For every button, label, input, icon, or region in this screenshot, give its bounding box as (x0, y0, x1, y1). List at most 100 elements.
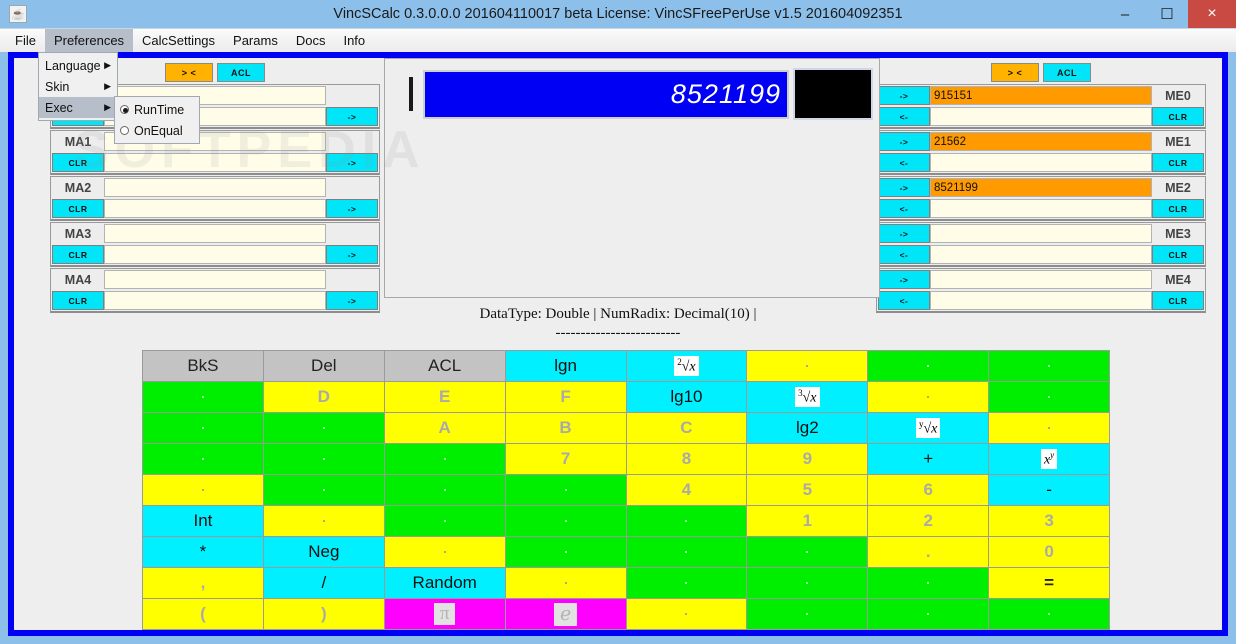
memory-store-me4[interactable]: -> (878, 270, 930, 289)
key-blank-r2c5[interactable] (989, 413, 1109, 443)
memory-recall-me1[interactable]: <- (878, 153, 930, 172)
menu-info[interactable]: Info (334, 29, 374, 52)
key-BkS[interactable]: BkS (143, 351, 263, 381)
key-blank-r2c8[interactable] (384, 444, 505, 474)
key-blank-r6c6[interactable] (626, 568, 747, 598)
memory-clr-ma2[interactable]: CLR (52, 199, 104, 218)
memory-store-me1[interactable]: -> (878, 132, 930, 151)
memory-display-me1[interactable]: 21562 (930, 132, 1152, 151)
key-3[interactable]: 3 (989, 506, 1109, 536)
key-[interactable]: ) (263, 599, 384, 629)
menu-calcsettings[interactable]: CalcSettings (133, 29, 224, 52)
menu-item-language[interactable]: Language ▶ (39, 55, 117, 76)
key-blank-r2c7[interactable] (263, 444, 384, 474)
key-blank-r3c8[interactable] (505, 475, 626, 505)
memory-store-ma0[interactable]: -> (326, 107, 378, 126)
memory-recall-me0[interactable]: <- (878, 107, 930, 126)
key-blank-r5c8[interactable] (747, 537, 868, 567)
memory-input-me3[interactable] (930, 245, 1152, 264)
memory-display-me4[interactable] (930, 270, 1152, 289)
aux-display[interactable] (793, 68, 873, 120)
key-symbol-r7c4[interactable]: ℯ (505, 599, 626, 629)
key-[interactable]: + (868, 444, 989, 474)
key-blank-r6c7[interactable] (747, 568, 868, 598)
key-blank-r1c6[interactable] (989, 382, 1109, 412)
key-blank-r7c7[interactable] (868, 599, 989, 629)
key-blank-r4c8[interactable] (626, 506, 747, 536)
key-blank-r5c6[interactable] (505, 537, 626, 567)
memory-display-ma4[interactable] (104, 270, 326, 289)
swap-button-left[interactable]: > < (165, 63, 213, 82)
key-nth-root-icon[interactable]: y√x (868, 413, 989, 443)
key-6[interactable]: 6 (868, 475, 989, 505)
memory-clr-ma3[interactable]: CLR (52, 245, 104, 264)
memory-clr-me3[interactable]: CLR (1152, 245, 1204, 264)
swap-button-right[interactable]: > < (991, 63, 1039, 82)
memory-recall-me2[interactable]: <- (878, 199, 930, 218)
memory-clr-me0[interactable]: CLR (1152, 107, 1204, 126)
key-Del[interactable]: Del (263, 351, 384, 381)
key-lg10[interactable]: lg10 (626, 382, 747, 412)
key-blank-r3c6[interactable] (263, 475, 384, 505)
key-blank-r1c8[interactable] (263, 413, 384, 443)
key-blank-r1c5[interactable] (868, 382, 989, 412)
key-8[interactable]: 8 (626, 444, 747, 474)
acl-button-left[interactable]: ACL (217, 63, 265, 82)
key-B[interactable]: B (505, 413, 626, 443)
key-blank-r5c5[interactable] (384, 537, 505, 567)
memory-display-me0[interactable]: 915151 (930, 86, 1152, 105)
memory-input-me0[interactable] (930, 107, 1152, 126)
key-blank-r3c5[interactable] (143, 475, 263, 505)
key-Random[interactable]: Random (384, 568, 505, 598)
key-A[interactable]: A (384, 413, 505, 443)
memory-store-me3[interactable]: -> (878, 224, 930, 243)
memory-input-me2[interactable] (930, 199, 1152, 218)
memory-store-me0[interactable]: -> (878, 86, 930, 105)
key-blank-r1c7[interactable] (143, 413, 263, 443)
key-blank-r5c7[interactable] (626, 537, 747, 567)
menu-preferences[interactable]: Preferences (44, 29, 134, 52)
submenu-item-onequal[interactable]: OnEqual (115, 120, 199, 141)
key-[interactable]: / (263, 568, 384, 598)
menu-file[interactable]: File (6, 29, 45, 52)
menu-item-exec[interactable]: Exec ▶ (39, 97, 117, 118)
key-blank-r0c7[interactable] (989, 351, 1109, 381)
key-blank-r0c6[interactable] (868, 351, 989, 381)
key-C[interactable]: C (626, 413, 747, 443)
key-blank-r2c6[interactable] (143, 444, 263, 474)
acl-button-right[interactable]: ACL (1043, 63, 1091, 82)
minimize-button[interactable]: – (1104, 0, 1146, 28)
key-power-icon[interactable]: xy (989, 444, 1109, 474)
key-blank-r0c5[interactable] (747, 351, 868, 381)
memory-store-ma2[interactable]: -> (326, 199, 378, 218)
memory-display-ma2[interactable] (104, 178, 326, 197)
key-blank-r0c8[interactable] (143, 382, 263, 412)
key-ACL[interactable]: ACL (384, 351, 505, 381)
key-[interactable]: = (989, 568, 1109, 598)
key-cube-root-icon[interactable]: 3√x (747, 382, 868, 412)
key-blank-r7c8[interactable] (989, 599, 1109, 629)
key-blank-r3c7[interactable] (384, 475, 505, 505)
key-E[interactable]: E (384, 382, 505, 412)
key-blank-r7c5[interactable] (626, 599, 747, 629)
key-[interactable]: - (989, 475, 1109, 505)
key-Int[interactable]: Int (143, 506, 263, 536)
key-symbol-r7c3[interactable]: π (384, 599, 505, 629)
key-blank-r6c5[interactable] (505, 568, 626, 598)
memory-display-me2[interactable]: 8521199 (930, 178, 1152, 197)
key-blank-r7c6[interactable] (747, 599, 868, 629)
key-9[interactable]: 9 (747, 444, 868, 474)
memory-clr-me2[interactable]: CLR (1152, 199, 1204, 218)
key-blank-r4c7[interactable] (505, 506, 626, 536)
key-1[interactable]: 1 (747, 506, 868, 536)
menu-item-skin[interactable]: Skin ▶ (39, 76, 117, 97)
key-7[interactable]: 7 (505, 444, 626, 474)
memory-clr-me1[interactable]: CLR (1152, 153, 1204, 172)
key-4[interactable]: 4 (626, 475, 747, 505)
key-lgn[interactable]: lgn (505, 351, 626, 381)
memory-recall-me3[interactable]: <- (878, 245, 930, 264)
key-Neg[interactable]: Neg (263, 537, 384, 567)
key-blank-r4c5[interactable] (263, 506, 384, 536)
key-[interactable]: , (143, 568, 263, 598)
memory-input-ma1[interactable] (104, 153, 326, 172)
